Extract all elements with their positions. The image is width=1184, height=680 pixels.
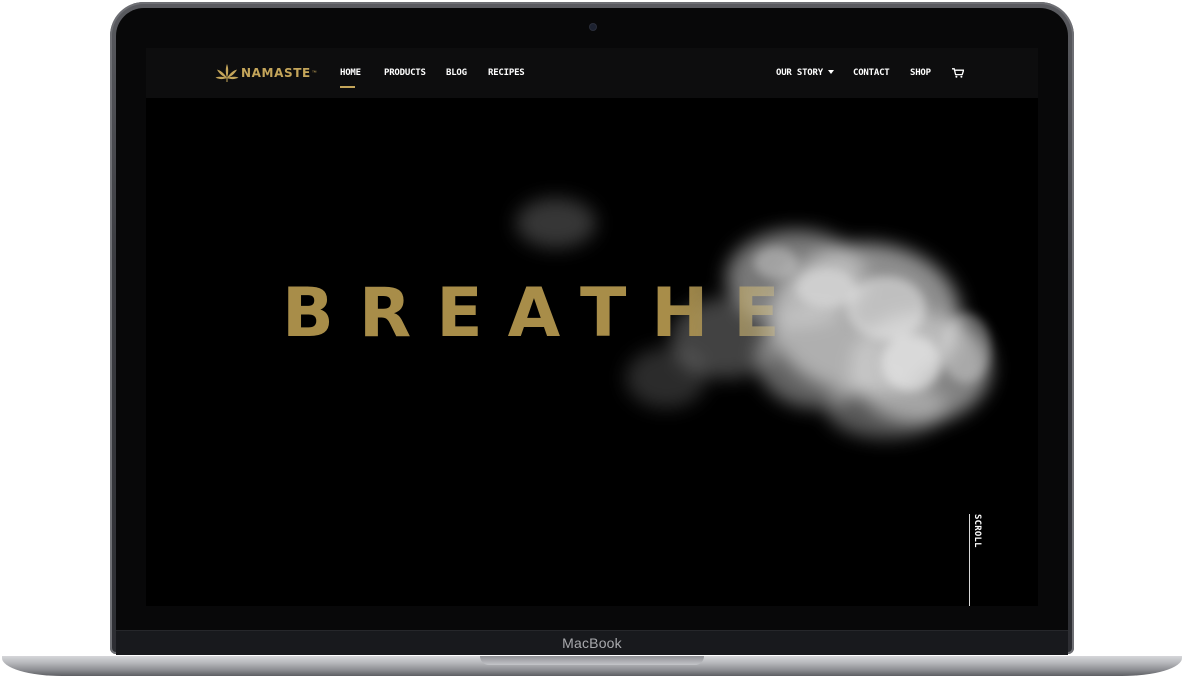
nav-contact[interactable]: CONTACT: [853, 68, 890, 78]
trademark-mark: ™: [311, 70, 317, 76]
device-brand-label: MacBook: [562, 635, 622, 651]
nav-our-story[interactable]: OUR STORY: [776, 68, 834, 78]
nav-home[interactable]: HOME: [340, 68, 361, 78]
hero-title: BREATHE: [282, 274, 805, 353]
nav-our-story-label: OUR STORY: [776, 68, 823, 78]
site-logo[interactable]: NAMASTE ™: [215, 62, 317, 84]
nav-products[interactable]: PRODUCTS: [384, 68, 426, 78]
laptop-mockup: NAMASTE ™ HOME PRODUCTS BLOG RECIPES OUR…: [0, 0, 1184, 680]
site-navbar: NAMASTE ™ HOME PRODUCTS BLOG RECIPES OUR…: [146, 48, 1038, 98]
active-nav-indicator: [340, 86, 355, 88]
shopping-cart-icon[interactable]: [952, 68, 964, 78]
laptop-chin: MacBook: [116, 630, 1068, 655]
logo-wordmark: NAMASTE: [241, 66, 311, 80]
scroll-indicator-line: [969, 514, 970, 606]
website-screen: NAMASTE ™ HOME PRODUCTS BLOG RECIPES OUR…: [146, 48, 1038, 606]
nav-shop[interactable]: SHOP: [910, 68, 931, 78]
nav-blog[interactable]: BLOG: [446, 68, 467, 78]
laptop-opening-notch: [480, 656, 704, 665]
chevron-down-icon: [827, 69, 834, 74]
nav-recipes[interactable]: RECIPES: [488, 68, 525, 78]
scroll-indicator[interactable]: SCROLL: [972, 514, 982, 548]
camera-icon: [590, 24, 596, 30]
cannabis-leaf-icon: [215, 64, 239, 82]
